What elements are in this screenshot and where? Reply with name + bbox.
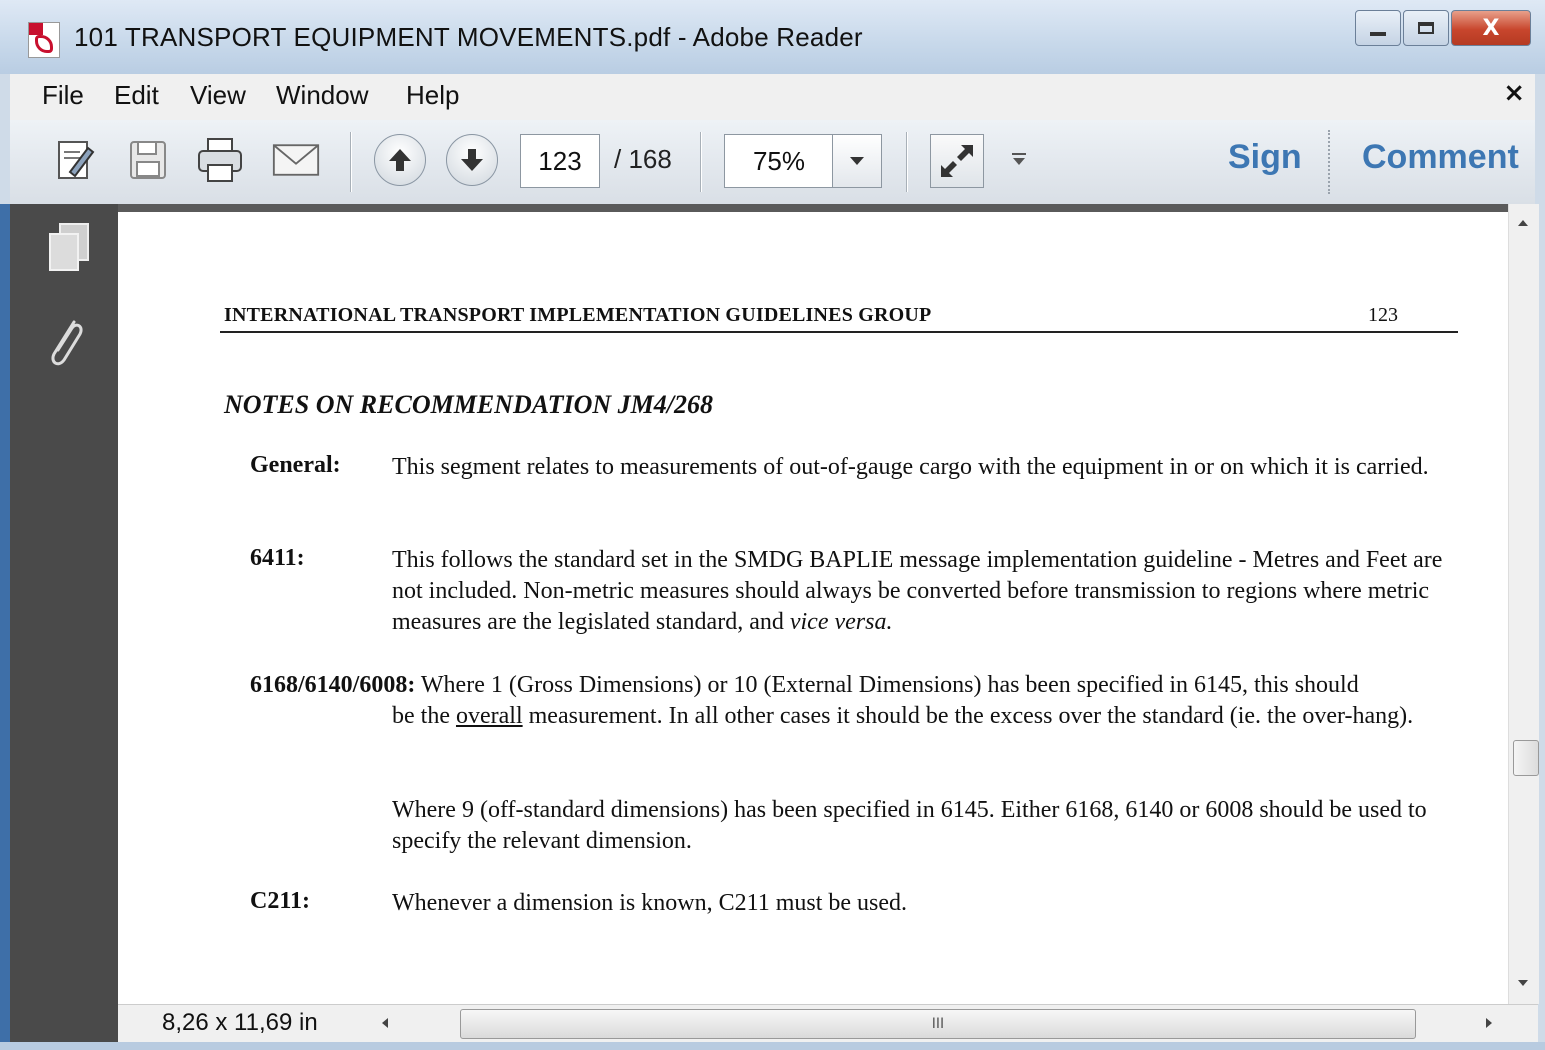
window-title: 101 TRANSPORT EQUIPMENT MOVEMENTS.pdf - … [74,22,863,52]
email-icon[interactable] [272,136,320,184]
page-size-readout: 8,26 x 11,69 in [162,1009,318,1036]
menu-window[interactable]: Window [276,80,368,111]
attachments-icon[interactable] [44,314,88,378]
page-thumbnails-icon[interactable] [46,222,92,278]
segment-6168-note: Where 9 (off-standard dimensions) has be… [392,797,1427,854]
page-down-icon[interactable] [446,134,498,186]
close-document-icon[interactable]: × [1503,78,1525,108]
window-bottom-edge [0,1042,1545,1050]
page-total: / 168 [614,144,672,174]
window-edge [0,204,10,1042]
maximize-button[interactable] [1403,10,1449,46]
segment-6168-label: 6168/6140/6008: [250,672,416,698]
page-number-input[interactable]: 123 [520,134,600,188]
segment-6168-pre: be the [392,703,456,729]
toolbar: 123 / 168 75% Sign Comment [10,120,1535,205]
page-up-icon[interactable] [374,134,426,186]
comment-button[interactable]: Comment [1362,138,1519,177]
title-bar: 101 TRANSPORT EQUIPMENT MOVEMENTS.pdf - … [0,0,1545,74]
zoom-dropdown-button[interactable] [832,134,882,188]
minimize-button[interactable] [1355,10,1401,46]
horizontal-scrollbar[interactable]: III [368,1007,1498,1039]
scroll-up-icon[interactable] [1518,220,1528,226]
chevron-down-icon [850,157,864,165]
toolbar-separator [350,132,351,192]
scroll-right-icon[interactable] [1486,1018,1492,1028]
menu-help[interactable]: Help [406,80,459,111]
overall-text: overall [455,703,523,729]
app-window: 101 TRANSPORT EQUIPMENT MOVEMENTS.pdf - … [0,0,1545,1050]
notes-heading: NOTES ON RECOMMENDATION JM4/268 [224,390,714,419]
menu-view[interactable]: View [190,80,246,111]
fit-expand-icon[interactable] [930,134,984,188]
status-bar: 8,26 x 11,69 in III [118,1004,1538,1043]
segment-c211-text: Whenever a dimension is known, C211 must… [392,890,908,916]
page-header-title: INTERNATIONAL TRANSPORT IMPLEMENTATION G… [224,304,932,326]
vertical-scroll-thumb[interactable] [1513,740,1539,776]
adobe-pdf-icon [28,22,60,58]
maximize-icon [1418,22,1434,34]
sign-button[interactable]: Sign [1228,138,1302,177]
segment-6411-text: This follows the standard set in the SMD… [392,545,1452,638]
edit-icon[interactable] [52,136,100,184]
minimize-icon [1370,32,1386,36]
segment-6411-text-main: This follows the standard set in the SMD… [392,547,1443,635]
menu-bar: File Edit View Window Help × [10,74,1535,121]
navigation-pane [10,204,118,1042]
window-controls: X [1353,10,1531,48]
scroll-grip: III [931,1016,945,1032]
toolbar-separator [700,132,701,192]
segment-6168-post: measurement. In all other cases it shoul… [522,703,1414,729]
menu-file[interactable]: File [42,80,84,111]
toolbar-separator [1328,130,1331,194]
zoom-input[interactable]: 75% [724,134,834,188]
general-label: General: [250,452,341,478]
general-text: This segment relates to measurements of … [392,454,1429,480]
vertical-scrollbar[interactable] [1508,204,1539,1004]
segment-c211-label: C211: [250,888,310,914]
header-rule [220,331,1458,333]
segment-6168-line: 6168/6140/6008: Where 1 (Gross Dimension… [250,670,1450,701]
scroll-left-icon[interactable] [382,1018,388,1028]
segment-6168-text-first: Where 1 (Gross Dimensions) or 10 (Extern… [415,672,1359,698]
page-header-number: 123 [1368,304,1398,326]
more-tools-icon[interactable] [1010,148,1028,172]
toolbar-separator [906,132,907,192]
print-icon[interactable] [196,136,244,184]
segment-6168-text: be the overall measurement. In all other… [392,701,1452,732]
segment-6411-label: 6411: [250,545,305,571]
save-icon[interactable] [124,136,172,184]
menu-edit[interactable]: Edit [114,80,159,111]
vice-versa-text: vice versa. [789,609,893,635]
scroll-down-icon[interactable] [1518,980,1528,986]
close-icon: X [1482,15,1500,41]
horizontal-scroll-thumb[interactable]: III [460,1009,1416,1039]
close-window-button[interactable]: X [1451,10,1531,46]
